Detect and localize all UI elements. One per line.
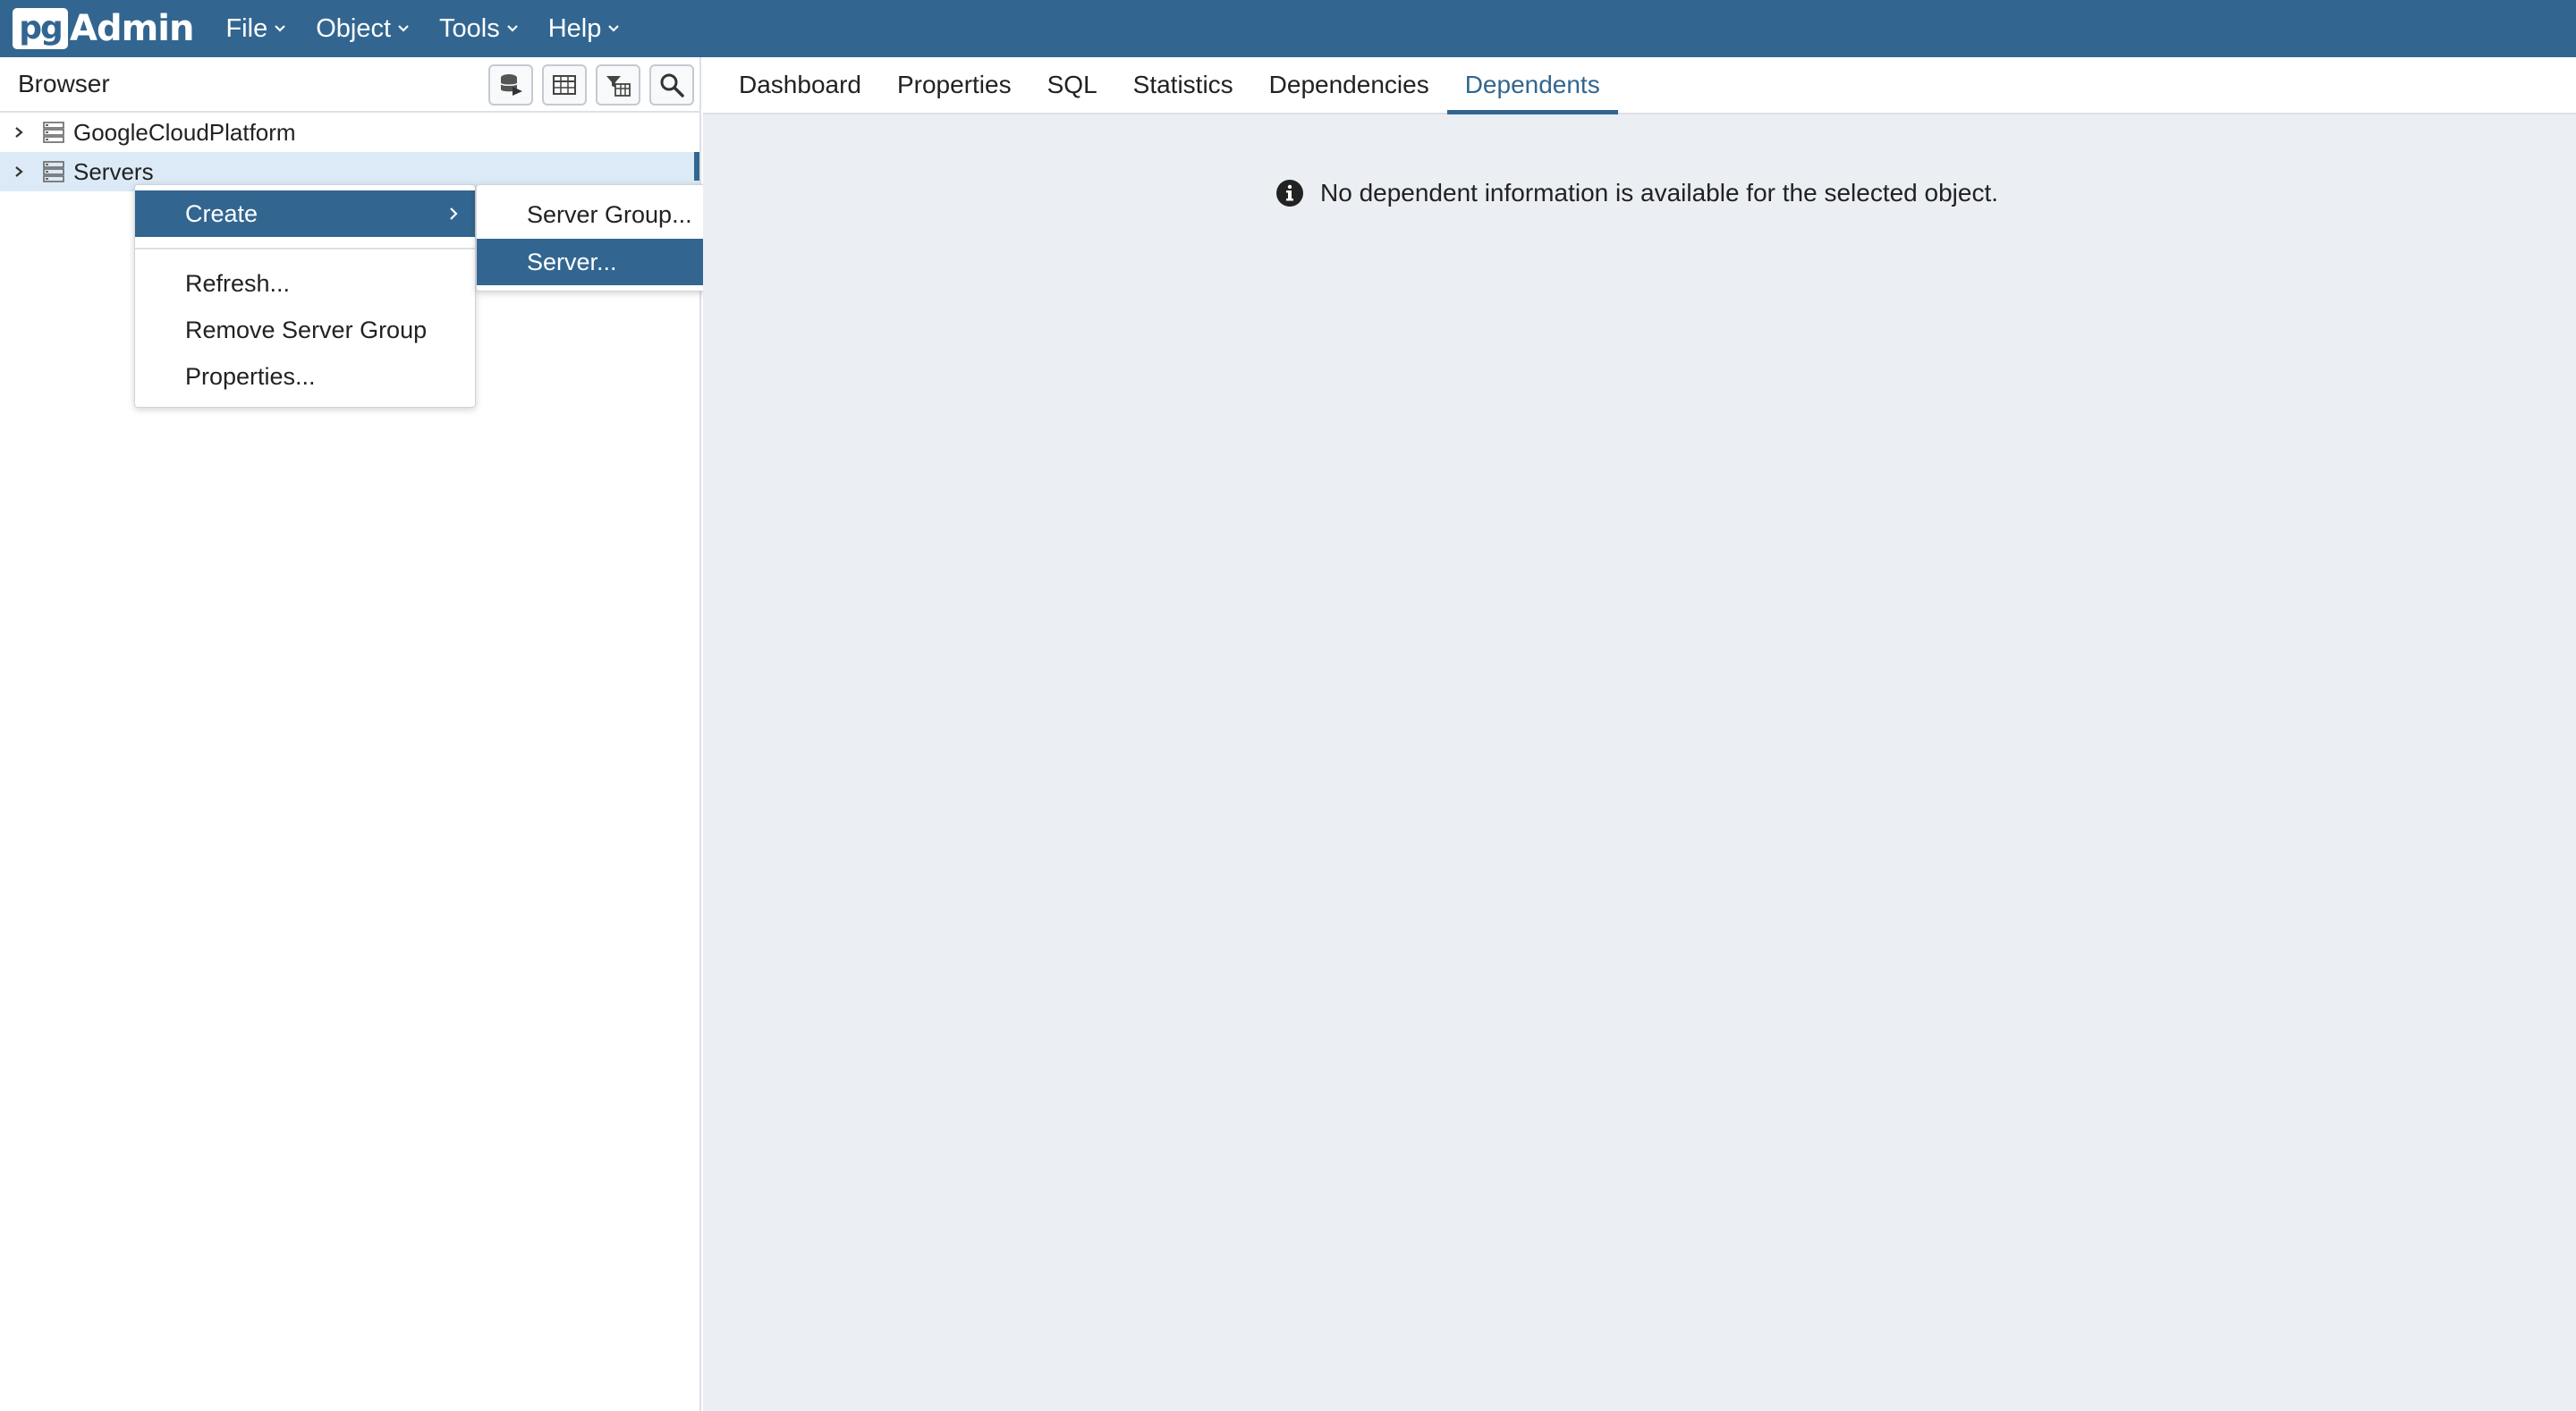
search-icon	[660, 73, 684, 97]
chevron-down-icon	[275, 25, 285, 32]
menu-file[interactable]: File	[225, 14, 287, 44]
context-menu-remove-label: Remove Server Group	[185, 316, 428, 343]
search-objects-button[interactable]	[649, 64, 694, 106]
server-group-icon	[43, 122, 64, 143]
browser-tree: GoogleCloudPlatform Servers	[0, 113, 699, 191]
logo-admin-text: Admin	[70, 8, 194, 49]
chevron-right-icon[interactable]	[13, 165, 29, 179]
tree-item-label: GoogleCloudPlatform	[73, 118, 296, 146]
context-menu-create[interactable]: Create	[135, 190, 475, 237]
top-navbar: pg Admin File Object Tools Help	[0, 0, 2576, 57]
menu-tools-label: Tools	[439, 13, 500, 43]
empty-state-message: No dependent information is available fo…	[1275, 179, 1998, 207]
context-menu-properties-label: Properties...	[185, 362, 316, 390]
context-menu-refresh[interactable]: Refresh...	[135, 260, 475, 307]
tree-item-googlecloudplatform[interactable]: GoogleCloudPlatform	[0, 113, 699, 152]
tab-dependencies[interactable]: Dependencies	[1251, 57, 1447, 113]
view-data-icon	[553, 75, 576, 95]
submenu-server-group-label: Server Group...	[527, 200, 692, 228]
tab-dashboard[interactable]: Dashboard	[721, 57, 879, 113]
context-menu: Create Refresh... Remove Server Group Pr…	[134, 184, 476, 408]
menu-tools[interactable]: Tools	[439, 14, 520, 44]
filtered-rows-button[interactable]	[596, 64, 640, 106]
menu-file-label: File	[225, 13, 268, 43]
context-menu-properties[interactable]: Properties...	[135, 353, 475, 400]
pgadmin-logo: pg Admin	[13, 0, 194, 57]
menu-object-label: Object	[316, 13, 392, 43]
main-tabs: Dashboard Properties SQL Statistics Depe…	[703, 57, 2576, 114]
context-menu-create-label: Create	[185, 199, 258, 227]
filtered-rows-icon	[606, 76, 631, 97]
menu-help[interactable]: Help	[548, 14, 622, 44]
info-icon	[1276, 180, 1303, 207]
chevron-down-icon	[398, 25, 409, 32]
context-menu-remove-server-group[interactable]: Remove Server Group	[135, 307, 475, 353]
menu-object[interactable]: Object	[316, 14, 411, 44]
logo-pg-mark: pg	[13, 8, 68, 49]
submenu-server-label: Server...	[527, 248, 617, 275]
view-data-button[interactable]	[542, 64, 587, 106]
empty-state-text: No dependent information is available fo…	[1320, 179, 1999, 207]
server-group-icon	[43, 161, 64, 182]
main-panel: Dashboard Properties SQL Statistics Depe…	[703, 57, 2576, 1411]
menu-divider	[135, 248, 475, 249]
chevron-down-icon	[506, 25, 518, 32]
tab-statistics[interactable]: Statistics	[1115, 57, 1251, 113]
browser-title: Browser	[18, 70, 110, 97]
query-tool-icon	[500, 74, 522, 96]
context-menu-refresh-label: Refresh...	[185, 269, 291, 297]
browser-header: Browser	[0, 57, 699, 113]
tab-sql[interactable]: SQL	[1030, 57, 1115, 113]
browser-toolbar	[488, 64, 694, 106]
tab-properties[interactable]: Properties	[879, 57, 1030, 113]
chevron-down-icon	[608, 25, 620, 32]
query-tool-button[interactable]	[488, 64, 533, 106]
chevron-right-icon[interactable]	[13, 125, 29, 139]
tab-dependents[interactable]: Dependents	[1446, 57, 1618, 114]
chevron-right-icon	[450, 207, 458, 220]
main-menu: File Object Tools Help	[225, 0, 649, 57]
tree-item-label: Servers	[73, 157, 154, 185]
menu-help-label: Help	[547, 13, 602, 43]
